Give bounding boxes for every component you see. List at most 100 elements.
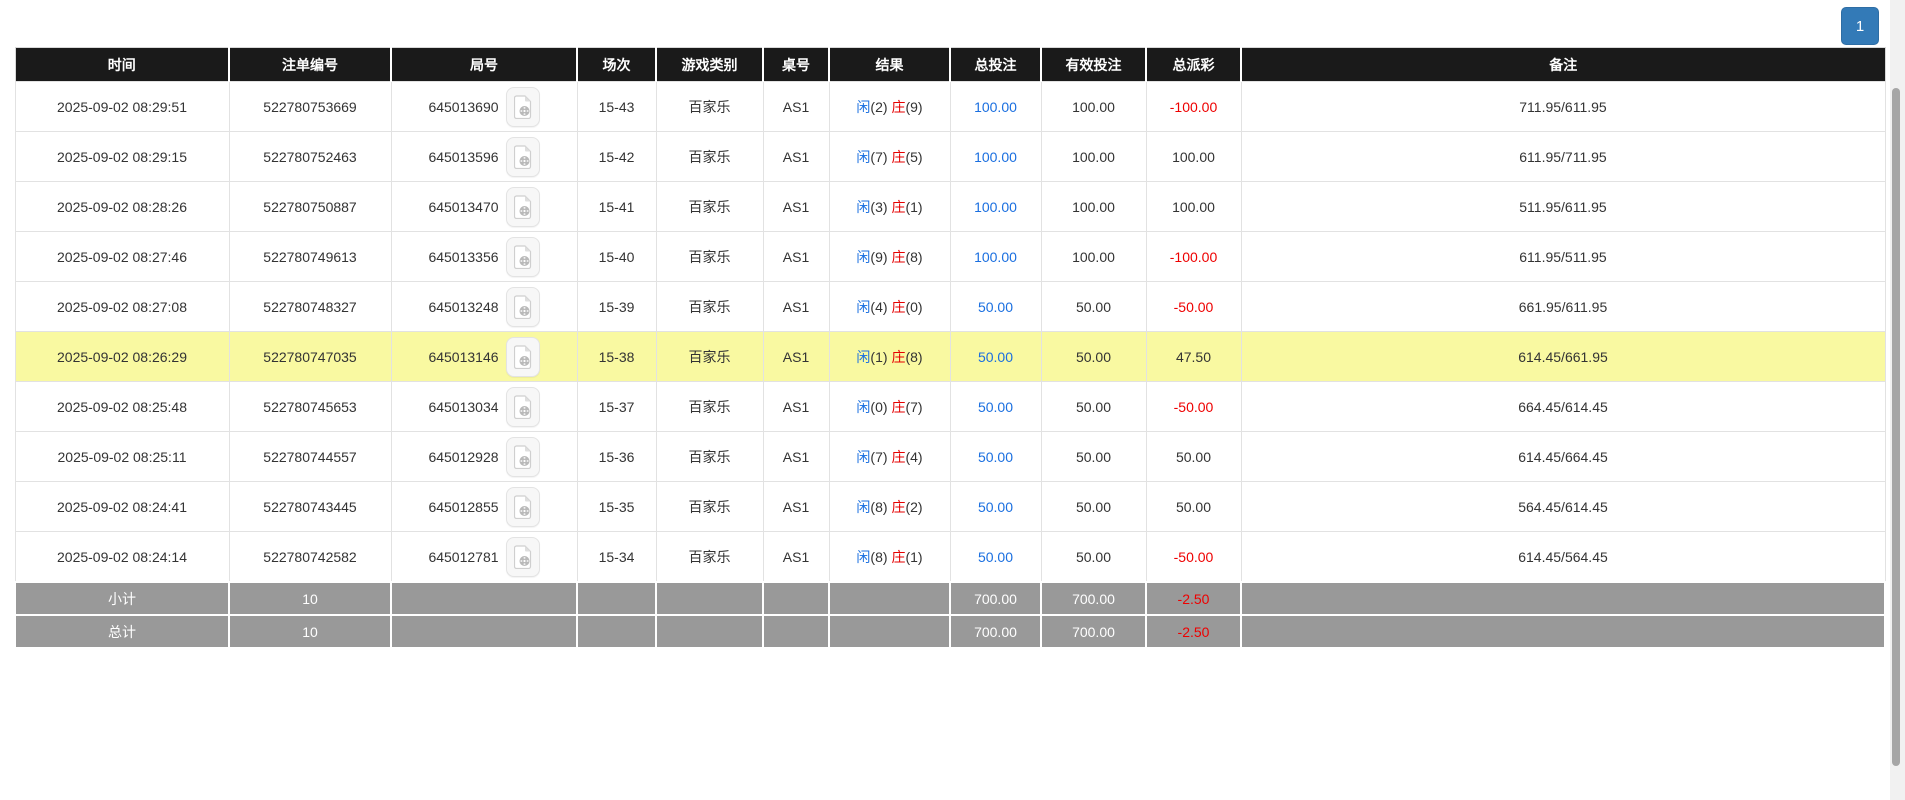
player-result-label: 闲 xyxy=(856,448,871,465)
column-header-total-bet: 总投注 xyxy=(950,47,1042,82)
player-result-label: 闲 xyxy=(856,398,871,415)
cell-table-no: AS1 xyxy=(762,231,830,282)
cell-table-no: AS1 xyxy=(762,331,830,382)
total-bet-link[interactable]: 100.00 xyxy=(974,249,1017,265)
banker-result-label: 庄 xyxy=(891,248,906,265)
banker-result-label: 庄 xyxy=(891,148,906,165)
cell-table-no: AS1 xyxy=(762,131,830,182)
cell-game-type: 百家乐 xyxy=(655,481,764,532)
cell-bet-no: 522780748327 xyxy=(228,281,392,332)
cell-game-type: 百家乐 xyxy=(655,431,764,482)
player-result-label: 闲 xyxy=(856,198,871,215)
cell-session: 15-34 xyxy=(576,531,657,583)
pagination-page-1-button[interactable]: 1 xyxy=(1841,7,1879,45)
table-row: 2025-09-02 08:29:51 522780753669 6450136… xyxy=(14,81,1886,132)
video-replay-icon xyxy=(513,294,532,319)
player-result-score: (7) xyxy=(870,448,888,465)
banker-result-score: (4) xyxy=(905,448,923,465)
column-header-total-payout: 总派彩 xyxy=(1146,47,1242,82)
banker-result-label: 庄 xyxy=(891,398,906,415)
cell-time: 2025-09-02 08:25:48 xyxy=(14,381,230,432)
cell-session: 15-39 xyxy=(576,281,657,332)
cell-remark: 611.95/511.95 xyxy=(1240,231,1886,282)
table-row: 2025-09-02 08:24:41 522780743445 6450128… xyxy=(14,481,1886,532)
cell-result: 闲(1) 庄(8) xyxy=(828,331,951,382)
cell-total-payout: -50.00 xyxy=(1145,281,1242,332)
video-replay-button[interactable] xyxy=(505,536,540,577)
player-result-score: (4) xyxy=(870,298,888,315)
scrollbar-thumb[interactable] xyxy=(1892,88,1900,766)
banker-result-score: (8) xyxy=(905,348,923,365)
player-result-label: 闲 xyxy=(856,148,871,165)
pagination: 1 xyxy=(1841,7,1879,45)
cell-total-bet: 50.00 xyxy=(949,431,1042,482)
cell-result: 闲(2) 庄(9) xyxy=(828,81,951,132)
banker-result-label: 庄 xyxy=(891,548,906,565)
total-bet-link[interactable]: 50.00 xyxy=(978,549,1013,565)
cell-game-type: 百家乐 xyxy=(655,81,764,132)
player-result-label: 闲 xyxy=(856,98,871,115)
banker-result-label: 庄 xyxy=(891,298,906,315)
cell-bet-no: 522780753669 xyxy=(228,81,392,132)
round-no: 645012855 xyxy=(428,498,499,515)
cell-session: 15-42 xyxy=(576,131,657,182)
total-bet-link[interactable]: 50.00 xyxy=(978,499,1013,515)
cell-time: 2025-09-02 08:27:08 xyxy=(14,281,230,332)
subtotal-count: 10 xyxy=(228,581,392,616)
cell-time: 2025-09-02 08:29:51 xyxy=(14,81,230,132)
video-replay-icon xyxy=(513,244,532,269)
video-replay-button[interactable] xyxy=(505,86,540,127)
cell-time: 2025-09-02 08:27:46 xyxy=(14,231,230,282)
cell-bet-no: 522780750887 xyxy=(228,181,392,232)
video-replay-button[interactable] xyxy=(505,386,540,427)
cell-time: 2025-09-02 08:29:15 xyxy=(14,131,230,182)
video-replay-button[interactable] xyxy=(505,286,540,327)
cell-table-no: AS1 xyxy=(762,181,830,232)
cell-result: 闲(0) 庄(7) xyxy=(828,381,951,432)
cell-total-bet: 100.00 xyxy=(949,181,1042,232)
cell-remark: 661.95/611.95 xyxy=(1240,281,1886,332)
cell-round-no: 645012781 xyxy=(390,531,578,583)
cell-result: 闲(8) 庄(2) xyxy=(828,481,951,532)
video-replay-button[interactable] xyxy=(505,436,540,477)
cell-game-type: 百家乐 xyxy=(655,231,764,282)
cell-session: 15-43 xyxy=(576,81,657,132)
cell-session: 15-37 xyxy=(576,381,657,432)
table-row: 2025-09-02 08:27:46 522780749613 6450133… xyxy=(14,231,1886,282)
total-bet-link[interactable]: 50.00 xyxy=(978,349,1013,365)
player-result-score: (2) xyxy=(870,98,888,115)
cell-valid-bet: 100.00 xyxy=(1040,181,1147,232)
cell-round-no: 645013034 xyxy=(390,381,578,432)
banker-result-score: (1) xyxy=(905,548,923,565)
cell-total-payout: 100.00 xyxy=(1145,131,1242,182)
column-header-valid-bet: 有效投注 xyxy=(1041,47,1147,82)
cell-total-bet: 100.00 xyxy=(949,231,1042,282)
video-replay-button[interactable] xyxy=(505,486,540,527)
table-row: 2025-09-02 08:24:14 522780742582 6450127… xyxy=(14,531,1886,583)
cell-session: 15-36 xyxy=(576,431,657,482)
total-bet-link[interactable]: 50.00 xyxy=(978,299,1013,315)
player-result-label: 闲 xyxy=(856,498,871,515)
total-bet-link[interactable]: 100.00 xyxy=(974,149,1017,165)
cell-game-type: 百家乐 xyxy=(655,281,764,332)
cell-result: 闲(7) 庄(4) xyxy=(828,431,951,482)
video-replay-icon xyxy=(513,194,532,219)
video-replay-button[interactable] xyxy=(505,336,540,377)
cell-total-bet: 50.00 xyxy=(949,531,1042,583)
vertical-scrollbar[interactable] xyxy=(1890,0,1905,800)
cell-valid-bet: 50.00 xyxy=(1040,381,1147,432)
total-bet-link[interactable]: 100.00 xyxy=(974,199,1017,215)
video-replay-button[interactable] xyxy=(505,136,540,177)
banker-result-score: (5) xyxy=(905,148,923,165)
video-replay-button[interactable] xyxy=(505,186,540,227)
cell-table-no: AS1 xyxy=(762,81,830,132)
total-bet-link[interactable]: 100.00 xyxy=(974,99,1017,115)
video-replay-button[interactable] xyxy=(505,236,540,277)
cell-total-payout: -100.00 xyxy=(1145,231,1242,282)
cell-round-no: 645013470 xyxy=(390,181,578,232)
table-row: 2025-09-02 08:26:29 522780747035 6450131… xyxy=(14,331,1886,382)
total-bet-link[interactable]: 50.00 xyxy=(978,399,1013,415)
total-bet-link[interactable]: 50.00 xyxy=(978,449,1013,465)
cell-bet-no: 522780744557 xyxy=(228,431,392,482)
cell-result: 闲(8) 庄(1) xyxy=(828,531,951,583)
